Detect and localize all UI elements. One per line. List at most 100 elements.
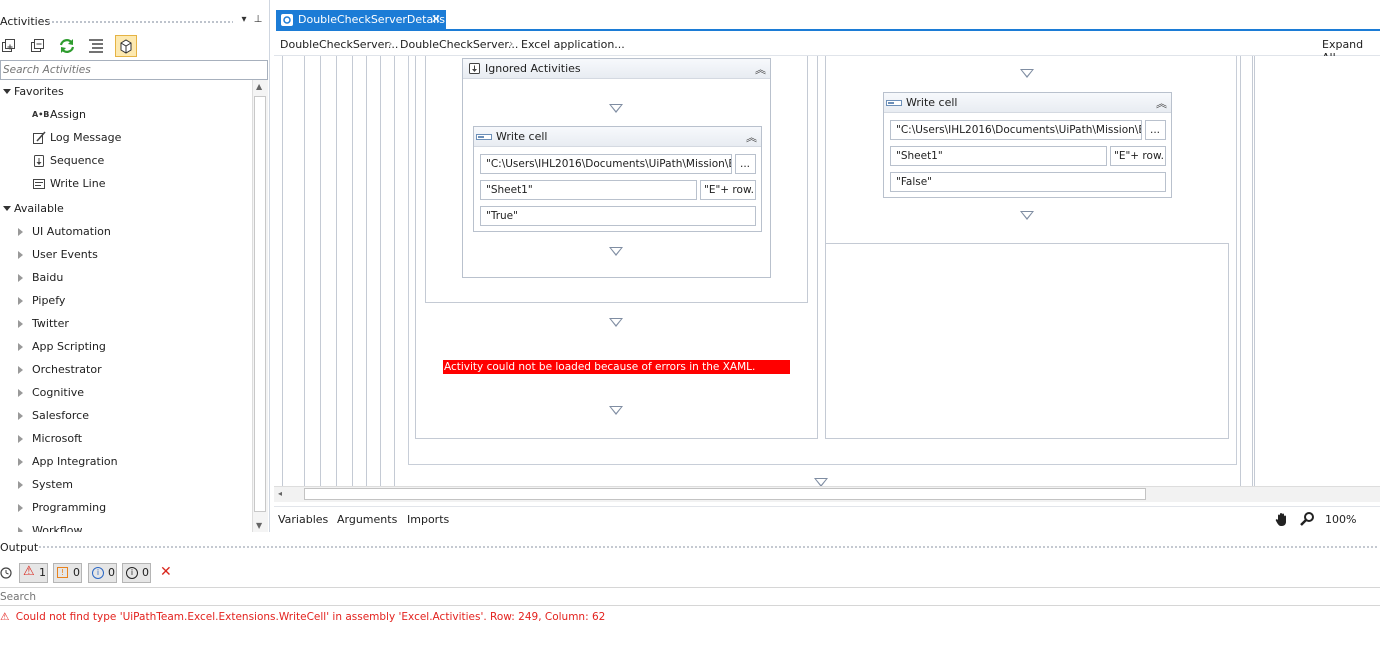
activities-panel: Activities ▾ ⊥ Favorite [0,0,270,532]
cell-value-field[interactable]: "True" [480,206,756,226]
breadcrumb-item[interactable]: Excel application... [521,38,625,51]
scroll-down-icon[interactable]: ▼ [256,521,262,530]
drop-target-arrow-icon[interactable] [1020,211,1034,220]
breadcrumb-item[interactable]: DoubleCheckServer... [280,38,398,51]
cell-value-field[interactable]: "False" [890,172,1166,192]
scroll-left-icon[interactable]: ◂ [278,489,282,498]
chevron-right-icon[interactable] [18,274,23,282]
chevron-right-icon[interactable] [18,366,23,374]
drop-target-arrow-icon[interactable] [814,478,828,486]
refresh-icon[interactable] [58,37,76,55]
tree-node-user-events[interactable]: User Events [32,246,98,264]
tree-node-baidu[interactable]: Baidu [32,269,63,287]
activities-scroll-thumb[interactable] [254,96,266,512]
tree-node-workflow[interactable]: Workflow [32,522,83,532]
chevron-right-icon[interactable] [18,412,23,420]
chevron-right-icon[interactable] [18,228,23,236]
chevron-down-icon[interactable] [3,89,11,94]
drop-target-arrow-icon[interactable] [609,247,623,256]
drop-target-arrow-icon[interactable] [609,318,623,327]
panel-dropdown-icon[interactable]: ▾ [238,14,250,25]
cell-range-field[interactable]: "E"+ row. [700,180,756,200]
designer-scroll-thumb[interactable] [304,488,1146,500]
clock-icon[interactable] [0,566,12,580]
panel-drag-grip[interactable] [38,545,1378,549]
activities-toolbar [0,34,270,58]
chevron-right-icon[interactable] [18,297,23,305]
tree-node-pipefy[interactable]: Pipefy [32,292,65,310]
expand-all-icon[interactable] [0,37,18,55]
chevron-down-icon[interactable] [3,206,11,211]
sheet-name-field[interactable]: "Sheet1" [890,146,1107,166]
chevron-right-icon[interactable] [18,481,23,489]
workbook-path-field[interactable]: "C:\Users\IHL2016\Documents\UiPath\Missi… [890,120,1142,140]
write-cell-activity[interactable]: Write cell ︽ "C:\Users\IHL2016\Documents… [883,92,1172,198]
collapse-all-icon[interactable] [29,37,47,55]
info-filter-button[interactable]: i 0 [88,563,117,583]
warning-icon: ! [57,567,68,578]
output-search-input[interactable] [0,589,400,605]
container-border [352,56,353,486]
tab-imports[interactable]: Imports [407,513,449,526]
browse-button[interactable]: ... [1145,120,1166,140]
zoom-icon[interactable] [1299,511,1315,527]
tree-node-salesforce[interactable]: Salesforce [32,407,89,425]
tree-node-system[interactable]: System [32,476,73,494]
chevron-right-icon[interactable] [18,251,23,259]
tree-node-app-scripting[interactable]: App Scripting [32,338,106,356]
tree-node-orchestrator[interactable]: Orchestrator [32,361,102,379]
hand-icon[interactable] [1274,511,1290,527]
pin-icon[interactable]: ⊥ [252,14,264,25]
errors-filter-button[interactable]: ⚠ 1 [19,563,48,583]
panel-drag-grip[interactable] [47,20,233,24]
zoom-level[interactable]: 100% [1325,513,1356,526]
chevron-right-icon[interactable] [18,527,23,532]
scroll-up-icon[interactable]: ▲ [256,82,262,91]
ignored-activities-block[interactable]: Ignored Activities ︽ Write cell ︽ "C:\Us… [462,58,771,278]
drop-target-arrow-icon[interactable] [609,104,623,113]
tree-node-ui-automation[interactable]: UI Automation [32,223,111,241]
chevron-right-icon[interactable] [18,320,23,328]
tab-arguments[interactable]: Arguments [337,513,397,526]
activities-search-input[interactable] [3,62,265,78]
tree-node-microsoft[interactable]: Microsoft [32,430,82,448]
workflow-file-icon [281,14,293,26]
collapse-icon[interactable]: ︽ [1156,95,1167,111]
write-cell-activity[interactable]: Write cell ︽ "C:\Users\IHL2016\Documents… [473,126,762,232]
warnings-filter-button[interactable]: ! 0 [53,563,82,583]
chevron-right-icon[interactable] [18,435,23,443]
collapse-icon[interactable]: ︽ [755,61,766,77]
close-icon[interactable]: ✕ [431,12,441,26]
trace-count: 0 [142,566,149,579]
workbook-path-field[interactable]: "C:\Users\IHL2016\Documents\UiPath\Missi… [480,154,732,174]
activities-panel-header: Activities ▾ ⊥ [0,10,270,32]
show-descriptions-icon[interactable] [87,37,105,55]
breadcrumb-item[interactable]: DoubleCheckServer... [400,38,518,51]
tree-node-available[interactable]: Available [14,200,64,218]
tree-node-twitter[interactable]: Twitter [32,315,69,333]
drop-target-arrow-icon[interactable] [609,406,623,415]
container-border [394,56,395,486]
chevron-right-icon[interactable] [18,504,23,512]
output-message[interactable]: ⚠ Could not find type 'UiPathTeam.Excel.… [0,611,605,623]
tree-node-cognitive[interactable]: Cognitive [32,384,84,402]
chevron-right-icon[interactable] [18,458,23,466]
tab-variables[interactable]: Variables [278,513,328,526]
filter-toggle-button[interactable] [115,35,137,57]
cell-range-field[interactable]: "E"+ row. [1110,146,1166,166]
drop-target-arrow-icon[interactable] [1020,69,1034,78]
designer-canvas[interactable]: Ignored Activities ︽ Write cell ︽ "C:\Us… [274,56,1380,486]
collapse-icon[interactable]: ︽ [746,129,757,145]
sheet-name-field[interactable]: "Sheet1" [480,180,697,200]
clear-icon[interactable]: ✕ [160,564,172,580]
tree-node-app-integration[interactable]: App Integration [32,453,118,471]
browse-button[interactable]: ... [735,154,756,174]
trace-filter-button[interactable]: i 0 [122,563,151,583]
tab-double-check-server-details[interactable]: DoubleCheckServerDetails ✕ [276,10,446,30]
container-border [1240,56,1241,486]
chevron-right-icon[interactable] [18,389,23,397]
tree-node-programming[interactable]: Programming [32,499,106,517]
chevron-right-icon[interactable] [18,343,23,351]
tree-node-favorites[interactable]: Favorites [14,83,64,101]
activities-panel-title: Activities [0,15,51,28]
